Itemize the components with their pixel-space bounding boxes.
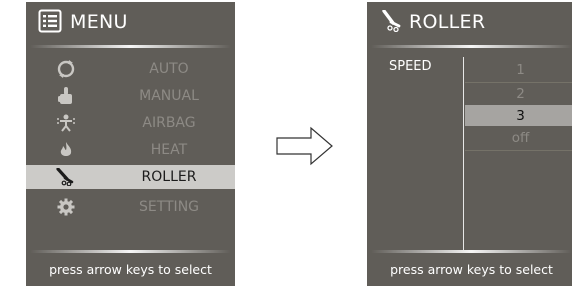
roller-title: ROLLER xyxy=(409,11,486,33)
menu-item-manual[interactable]: MANUAL xyxy=(26,84,235,108)
footer-divider xyxy=(30,250,231,253)
menu-item-label: SETTING xyxy=(138,199,200,215)
right-arrow-icon xyxy=(276,126,333,166)
option-label: 1 xyxy=(516,61,525,78)
gear-icon xyxy=(55,198,77,216)
menu-screen: MENU AUTO MANUAL AIRBAG HEAT ROLLER SETT… xyxy=(26,2,235,286)
speed-option-3[interactable]: 3 xyxy=(465,105,572,126)
column-divider xyxy=(463,57,464,250)
option-label: off xyxy=(511,129,530,146)
option-divider xyxy=(465,150,572,151)
menu-item-roller[interactable]: ROLLER xyxy=(26,165,235,189)
roller-icon xyxy=(55,168,77,186)
footer-hint: press arrow keys to select xyxy=(49,262,212,277)
roller-icon xyxy=(381,10,403,32)
menu-title: MENU xyxy=(70,11,128,33)
menu-item-label: MANUAL xyxy=(139,88,199,104)
menu-list-icon xyxy=(38,9,62,33)
flame-icon xyxy=(55,141,77,159)
menu-item-airbag[interactable]: AIRBAG xyxy=(26,111,235,135)
menu-item-label: AIRBAG xyxy=(142,115,196,131)
menu-item-setting[interactable]: SETTING xyxy=(26,195,235,219)
speed-label: SPEED xyxy=(389,59,432,74)
airbag-icon xyxy=(55,114,77,132)
option-label: 3 xyxy=(516,107,525,124)
menu-item-label: AUTO xyxy=(149,61,189,77)
menu-item-label: HEAT xyxy=(150,142,188,158)
footer-divider xyxy=(371,250,572,253)
title-divider xyxy=(30,45,231,48)
auto-cycle-icon xyxy=(55,60,77,78)
menu-item-auto[interactable]: AUTO xyxy=(26,57,235,81)
menu-titlebar: MENU xyxy=(26,2,235,40)
option-label: 2 xyxy=(516,85,525,102)
menu-item-label: ROLLER xyxy=(141,169,197,185)
title-divider xyxy=(371,45,572,48)
footer-hint: press arrow keys to select xyxy=(390,262,553,277)
roller-titlebar: ROLLER xyxy=(367,2,572,40)
speed-option-1[interactable]: 1 xyxy=(465,59,572,80)
menu-item-heat[interactable]: HEAT xyxy=(26,138,235,162)
roller-screen: ROLLER SPEED 1 2 3 off press arrow keys … xyxy=(367,2,572,286)
speed-option-off[interactable]: off xyxy=(465,127,572,148)
speed-option-2[interactable]: 2 xyxy=(465,83,572,104)
hand-icon xyxy=(55,87,77,105)
